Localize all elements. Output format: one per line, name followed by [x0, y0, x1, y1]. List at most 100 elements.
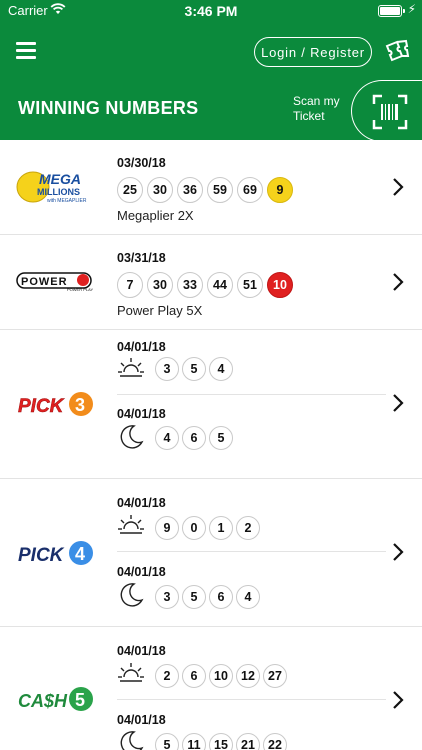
chevron-right-icon[interactable] — [392, 690, 404, 710]
number-ball: 33 — [177, 272, 203, 298]
number-ball: 15 — [209, 733, 233, 750]
number-ball: 2 — [236, 516, 260, 540]
number-ball: 69 — [237, 177, 263, 203]
pick-4-logo: PICK 4 — [18, 541, 93, 566]
sun-icon — [118, 663, 144, 682]
moon-icon — [120, 731, 144, 750]
day-draw-date: 04/01/18 — [117, 644, 166, 658]
number-ball: 6 — [209, 585, 233, 609]
number-ball: 2 — [155, 664, 179, 688]
status-bar: Carrier 3:46 PM ⚡ — [0, 0, 422, 22]
night-winning-numbers: 3 5 6 4 — [155, 585, 260, 609]
chevron-right-icon[interactable] — [392, 542, 404, 562]
winning-numbers: 7 30 33 44 51 10 — [117, 272, 293, 298]
number-ball: 11 — [182, 733, 206, 750]
night-winning-numbers: 4 6 5 — [155, 426, 233, 450]
number-ball: 36 — [177, 177, 203, 203]
barcode-scan-icon — [372, 94, 408, 130]
day-winning-numbers: 3 5 4 — [155, 357, 233, 381]
number-ball: 21 — [236, 733, 260, 750]
power-ball: 10 — [267, 272, 293, 298]
svg-text:4: 4 — [75, 544, 85, 564]
powerball-logo: POWER POWER PLAY — [16, 272, 93, 292]
number-ball: 4 — [236, 585, 260, 609]
tickets-icon[interactable] — [384, 38, 410, 64]
number-ball: 5 — [182, 585, 206, 609]
winning-numbers-list: MEGA MILLIONS with MEGAPLIER 03/30/18 25… — [0, 140, 422, 750]
game-row-mega-millions[interactable]: MEGA MILLIONS with MEGAPLIER 03/30/18 25… — [0, 140, 422, 235]
game-row-cash-5[interactable]: CA$H 5 04/01/18 2 6 10 12 27 04/01/18 5 … — [0, 627, 422, 750]
sun-icon — [118, 358, 144, 377]
number-ball: 3 — [155, 585, 179, 609]
day-winning-numbers: 9 0 1 2 — [155, 516, 260, 540]
day-draw-date: 04/01/18 — [117, 340, 166, 354]
svg-text:POWER PLAY: POWER PLAY — [67, 287, 93, 292]
number-ball: 12 — [236, 664, 260, 688]
number-ball: 27 — [263, 664, 287, 688]
number-ball: 9 — [155, 516, 179, 540]
battery-icon — [378, 5, 405, 17]
moon-icon — [120, 583, 144, 607]
divider — [117, 551, 386, 552]
pick-3-logo: PICK 3 — [18, 392, 93, 417]
draw-date: 03/31/18 — [117, 251, 166, 265]
winning-numbers: 25 30 36 59 69 9 — [117, 177, 293, 203]
svg-text:3: 3 — [75, 395, 85, 415]
hamburger-menu-icon[interactable] — [16, 42, 36, 59]
day-winning-numbers: 2 6 10 12 27 — [155, 664, 287, 688]
chevron-right-icon[interactable] — [392, 177, 404, 197]
game-row-pick-3[interactable]: PICK 3 04/01/18 3 5 4 04/01/18 4 6 5 — [0, 330, 422, 479]
number-ball: 30 — [147, 177, 173, 203]
number-ball: 3 — [155, 357, 179, 381]
number-ball: 6 — [182, 664, 206, 688]
number-ball: 5 — [209, 426, 233, 450]
moon-icon — [120, 425, 144, 449]
night-winning-numbers: 5 11 15 21 22 — [155, 733, 287, 750]
game-row-pick-4[interactable]: PICK 4 04/01/18 9 0 1 2 04/01/18 3 5 6 4 — [0, 479, 422, 627]
number-ball: 30 — [147, 272, 173, 298]
number-ball: 1 — [209, 516, 233, 540]
svg-text:PICK: PICK — [18, 396, 65, 417]
page-title: WINNING NUMBERS — [18, 98, 199, 118]
chevron-right-icon[interactable] — [392, 393, 404, 413]
number-ball: 10 — [209, 664, 233, 688]
scan-ticket-button[interactable] — [351, 80, 422, 142]
svg-text:MEGA: MEGA — [39, 171, 81, 187]
charging-icon: ⚡ — [407, 2, 416, 16]
number-ball: 7 — [117, 272, 143, 298]
login-register-button[interactable]: Login / Register — [254, 37, 372, 67]
scan-ticket-label: Scan my Ticket — [293, 94, 340, 123]
number-ball: 44 — [207, 272, 233, 298]
number-ball: 4 — [155, 426, 179, 450]
number-ball: 4 — [209, 357, 233, 381]
svg-text:CA$H: CA$H — [18, 691, 68, 711]
app-header: Login / Register WINNING NUMBERS Scan my… — [0, 22, 422, 142]
svg-text:with MEGAPLIER: with MEGAPLIER — [47, 198, 87, 204]
night-draw-date: 04/01/18 — [117, 565, 166, 579]
game-row-powerball[interactable]: POWER POWER PLAY 03/31/18 7 30 33 44 51 … — [0, 235, 422, 330]
number-ball: 0 — [182, 516, 206, 540]
number-ball: 6 — [182, 426, 206, 450]
number-ball: 5 — [182, 357, 206, 381]
divider — [117, 699, 386, 700]
day-draw-date: 04/01/18 — [117, 496, 166, 510]
divider — [117, 394, 386, 395]
number-ball: 22 — [263, 733, 287, 750]
svg-text:PICK: PICK — [18, 545, 65, 566]
multiplier-label: Megaplier 2X — [117, 208, 194, 223]
chevron-right-icon[interactable] — [392, 272, 404, 292]
mega-ball: 9 — [267, 177, 293, 203]
mega-millions-logo: MEGA MILLIONS with MEGAPLIER — [16, 171, 87, 204]
svg-text:POWER: POWER — [21, 276, 68, 288]
night-draw-date: 04/01/18 — [117, 713, 166, 727]
sun-icon — [118, 515, 144, 534]
number-ball: 51 — [237, 272, 263, 298]
draw-date: 03/30/18 — [117, 156, 166, 170]
multiplier-label: Power Play 5X — [117, 303, 203, 318]
svg-text:5: 5 — [75, 690, 85, 710]
number-ball: 59 — [207, 177, 233, 203]
number-ball: 5 — [155, 733, 179, 750]
svg-text:MILLIONS: MILLIONS — [37, 187, 80, 197]
cash-5-logo: CA$H 5 — [18, 687, 93, 711]
clock: 3:46 PM — [184, 3, 238, 19]
